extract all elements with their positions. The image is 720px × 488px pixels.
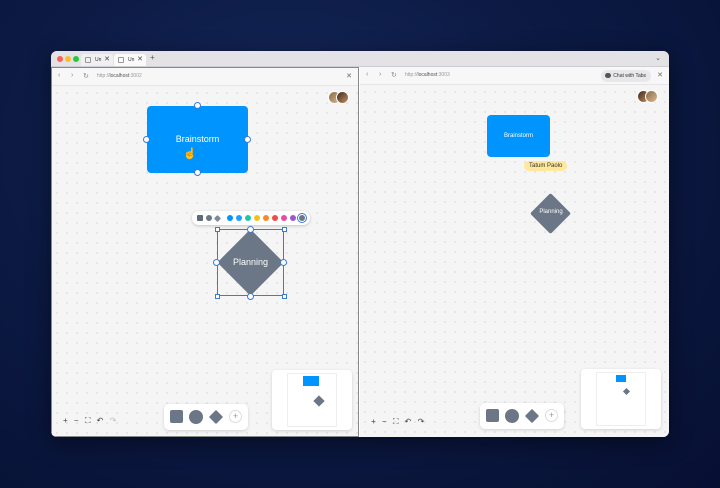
undo-icon[interactable]: ↶ <box>405 417 412 426</box>
minimap-rect <box>616 375 626 382</box>
planning-label: Planning <box>232 257 269 267</box>
shape-toolbar: + <box>480 403 564 429</box>
zoom-out-icon[interactable]: − <box>382 417 387 426</box>
right-pane: ‹ › ↻ http://localhost:3003 Chat with Ta… <box>360 67 669 437</box>
tab-close-icon[interactable]: ✕ <box>104 54 110 66</box>
planning-label: Planning <box>539 209 563 215</box>
connection-handle-right[interactable] <box>280 259 287 266</box>
rectangle-tool-icon[interactable] <box>486 409 499 422</box>
back-icon[interactable]: ‹ <box>366 71 368 78</box>
color-palette <box>192 211 310 225</box>
connection-handle-bottom[interactable] <box>247 293 254 300</box>
color-swatch[interactable] <box>206 215 212 221</box>
collaborator-cursor-label: Tatum Paolo <box>524 161 568 171</box>
diamond-tool-icon[interactable] <box>208 409 224 425</box>
color-swatch[interactable] <box>245 215 251 221</box>
hand-cursor-icon: ☝ <box>183 148 197 160</box>
title-bar: Un ✕ Un ✕ + ⌄ <box>51 51 669 67</box>
resize-handle[interactable] <box>282 294 287 299</box>
color-swatch[interactable] <box>263 215 269 221</box>
minimize-window-button[interactable] <box>65 56 71 62</box>
color-swatch[interactable] <box>272 215 278 221</box>
diamond-tool-icon[interactable] <box>524 408 540 424</box>
minimap[interactable] <box>272 370 352 430</box>
brainstorm-shape[interactable]: Brainstorm <box>487 115 550 157</box>
connection-handle-top[interactable] <box>194 102 201 109</box>
tab-close-icon[interactable]: ✕ <box>137 54 143 66</box>
resize-handle[interactable] <box>215 227 220 232</box>
reload-icon[interactable]: ↻ <box>391 71 397 79</box>
circle-tool-icon[interactable] <box>189 410 203 424</box>
redo-icon[interactable]: ↷ <box>110 416 117 425</box>
connection-handle-left[interactable] <box>213 259 220 266</box>
minimap[interactable] <box>581 369 661 429</box>
url-host: localhost <box>417 72 438 78</box>
connection-handle-right[interactable] <box>244 136 251 143</box>
brainstorm-shape[interactable]: Brainstorm <box>147 106 248 173</box>
color-swatch[interactable] <box>197 215 203 221</box>
url-bar: ‹ › ↻ http://localhost:3002 ✕ <box>52 68 358 86</box>
canvas-controls: + − ⛶ ↶ ↷ <box>371 417 428 427</box>
circle-tool-icon[interactable] <box>505 409 519 423</box>
connection-handle-top[interactable] <box>247 226 254 233</box>
reload-icon[interactable]: ↻ <box>83 72 89 80</box>
page-icon <box>85 57 91 63</box>
page-icon <box>118 57 124 63</box>
canvas-controls: + − ⛶ ↶ ↷ <box>63 416 120 426</box>
address-field[interactable]: http://localhost:3002 <box>97 73 142 79</box>
add-shape-icon[interactable]: + <box>229 410 242 423</box>
chat-bubble-icon <box>605 73 612 78</box>
fit-view-icon[interactable]: ⛶ <box>393 417 399 427</box>
url-prefix: http:// <box>405 72 418 78</box>
tab-menu-chevron-icon[interactable]: ⌄ <box>655 54 661 62</box>
avatar[interactable] <box>336 91 349 104</box>
browser-tab-1[interactable]: Un ✕ <box>81 54 113 66</box>
forward-icon[interactable]: › <box>379 71 381 78</box>
close-window-button[interactable] <box>57 56 63 62</box>
shape-toolbar: + <box>164 404 248 430</box>
color-swatch[interactable] <box>213 214 222 222</box>
left-pane: ‹ › ↻ http://localhost:3002 ✕ Brainstorm… <box>51 67 359 437</box>
url-port: :3002 <box>129 73 142 79</box>
zoom-out-icon[interactable]: − <box>74 416 79 425</box>
chat-with-tabs-button[interactable]: Chat with Tabs <box>601 70 651 82</box>
url-host: localhost <box>109 73 130 79</box>
collaborator-avatars <box>328 91 352 105</box>
chat-button-label: Chat with Tabs <box>613 73 646 79</box>
back-icon[interactable]: ‹ <box>58 72 60 79</box>
resize-handle[interactable] <box>215 294 220 299</box>
browser-window: Un ✕ Un ✕ + ⌄ ‹ › ↻ http://localhost:300… <box>51 51 669 437</box>
address-field[interactable]: http://localhost:3003 <box>405 72 450 78</box>
new-tab-button[interactable]: + <box>150 53 155 62</box>
rectangle-tool-icon[interactable] <box>170 410 183 423</box>
zoom-in-icon[interactable]: + <box>371 417 376 426</box>
close-pane-icon[interactable]: ✕ <box>346 72 352 80</box>
add-shape-icon[interactable]: + <box>545 409 558 422</box>
tab-label: Un <box>95 57 102 63</box>
color-swatch[interactable] <box>290 215 296 221</box>
connection-handle-bottom[interactable] <box>194 169 201 176</box>
url-bar: ‹ › ↻ http://localhost:3003 Chat with Ta… <box>360 67 669 85</box>
close-pane-icon[interactable]: ✕ <box>657 71 663 79</box>
maximize-window-button[interactable] <box>73 56 79 62</box>
color-swatch[interactable] <box>236 215 242 221</box>
connection-handle-left[interactable] <box>143 136 150 143</box>
collaborator-avatars <box>637 90 661 104</box>
color-swatch[interactable] <box>254 215 260 221</box>
tab-label: Un <box>128 57 135 63</box>
avatar[interactable] <box>645 90 658 103</box>
forward-icon[interactable]: › <box>71 72 73 79</box>
undo-icon[interactable]: ↶ <box>97 416 104 425</box>
color-swatch[interactable] <box>227 215 233 221</box>
resize-handle[interactable] <box>282 227 287 232</box>
redo-icon[interactable]: ↷ <box>418 417 425 426</box>
minimap-rect <box>303 376 319 386</box>
color-swatch-selected[interactable] <box>299 215 305 221</box>
url-prefix: http:// <box>97 73 110 79</box>
url-port: :3003 <box>437 72 450 78</box>
browser-tab-2[interactable]: Un ✕ <box>114 54 146 66</box>
zoom-in-icon[interactable]: + <box>63 416 68 425</box>
color-swatch[interactable] <box>281 215 287 221</box>
fit-view-icon[interactable]: ⛶ <box>85 416 91 426</box>
